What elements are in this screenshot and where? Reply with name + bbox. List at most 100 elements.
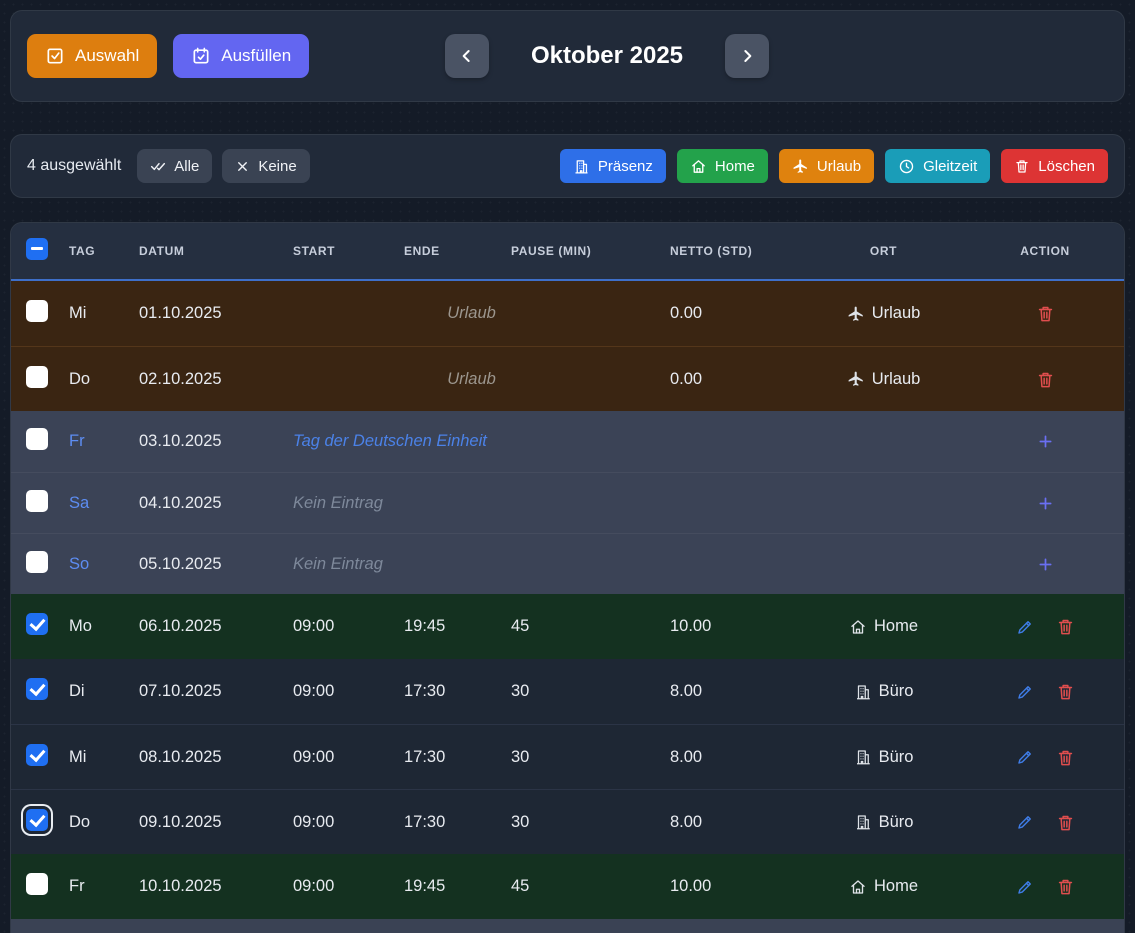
date-label: 10.10.2025	[129, 877, 283, 896]
urlaub-button[interactable]: Urlaub	[779, 149, 874, 183]
x-icon	[235, 159, 250, 174]
day-label: Mi	[59, 304, 129, 323]
double-check-icon	[150, 158, 166, 174]
date-label: 01.10.2025	[129, 304, 283, 323]
pause-value: 30	[501, 682, 660, 701]
table-row: Fr 03.10.2025 Tag der Deutschen Einheit	[11, 411, 1124, 472]
entry-label: Urlaub	[283, 370, 660, 389]
row-checkbox[interactable]	[26, 428, 48, 450]
ort-label: Büro	[879, 748, 914, 767]
auswahl-label: Auswahl	[75, 46, 139, 66]
pause-value: 30	[501, 748, 660, 767]
table-row: Sa 04.10.2025 Kein Eintrag	[11, 472, 1124, 533]
add-entry-button[interactable]	[1034, 492, 1057, 515]
day-label: So	[59, 555, 129, 574]
row-checkbox[interactable]	[26, 744, 48, 766]
table-row: Do 02.10.2025 Urlaub 0.00 Urlaub	[11, 346, 1124, 411]
table-row: Di 07.10.2025 09:00 17:30 30 8.00 Büro	[11, 659, 1124, 724]
delete-row-button[interactable]	[1054, 615, 1077, 638]
column-header-pause: PAUSE (MIN)	[501, 244, 660, 258]
netto-value: 10.00	[660, 617, 801, 636]
date-label: 07.10.2025	[129, 682, 283, 701]
home-button[interactable]: Home	[677, 149, 768, 183]
delete-row-button[interactable]	[1054, 680, 1077, 703]
delete-row-button[interactable]	[1034, 302, 1057, 325]
end-value: 19:45	[394, 617, 501, 636]
add-entry-button[interactable]	[1034, 553, 1057, 576]
plane-icon	[847, 305, 865, 323]
date-label: 08.10.2025	[129, 748, 283, 767]
table-row: Do 09.10.2025 09:00 17:30 30 8.00 Büro	[11, 789, 1124, 854]
row-checkbox[interactable]	[26, 366, 48, 388]
table-header-row: TAG DATUM START ENDE PAUSE (MIN) NETTO (…	[11, 223, 1124, 281]
end-value: 17:30	[394, 748, 501, 767]
day-label: Do	[59, 370, 129, 389]
row-checkbox[interactable]	[26, 873, 48, 895]
loeschen-button[interactable]: Löschen	[1001, 149, 1108, 183]
previous-month-button[interactable]	[445, 34, 489, 78]
edit-row-button[interactable]	[1014, 746, 1036, 768]
day-label: Do	[59, 813, 129, 832]
home-icon	[690, 158, 707, 175]
row-checkbox[interactable]	[26, 300, 48, 322]
edit-row-button[interactable]	[1014, 876, 1036, 898]
page-title: Oktober 2025	[531, 42, 683, 70]
entry-label: Tag der Deutschen Einheit	[283, 432, 801, 451]
ort-label: Home	[874, 617, 918, 636]
select-all-checkbox[interactable]	[26, 238, 48, 260]
selection-toolbar: 4 ausgewählt Alle Keine Präsenz Home	[10, 134, 1125, 198]
building-icon	[854, 683, 872, 701]
gleitzeit-button[interactable]: Gleitzeit	[885, 149, 990, 183]
ort-label: Urlaub	[872, 370, 921, 389]
timesheet-table: TAG DATUM START ENDE PAUSE (MIN) NETTO (…	[10, 222, 1125, 933]
select-none-button[interactable]: Keine	[222, 149, 309, 183]
delete-row-button[interactable]	[1054, 811, 1077, 834]
day-label: Fr	[59, 432, 129, 451]
start-value: 09:00	[283, 877, 394, 896]
pause-value: 45	[501, 877, 660, 896]
delete-row-button[interactable]	[1034, 368, 1057, 391]
edit-row-button[interactable]	[1014, 681, 1036, 703]
date-label: 06.10.2025	[129, 617, 283, 636]
home-label: Home	[715, 158, 755, 175]
row-checkbox[interactable]	[26, 490, 48, 512]
day-label: Fr	[59, 877, 129, 896]
next-month-button[interactable]	[725, 34, 769, 78]
day-label: Mo	[59, 617, 129, 636]
ort-label: Büro	[879, 682, 914, 701]
ort-cell: Home	[801, 877, 966, 896]
table-row: Mi 01.10.2025 Urlaub 0.00 Urlaub	[11, 281, 1124, 346]
select-none-label: Keine	[258, 158, 296, 175]
bulk-actions: Präsenz Home Urlaub Gleitzeit Löschen	[560, 149, 1108, 183]
table-row: Mo 06.10.2025 09:00 19:45 45 10.00 Home	[11, 594, 1124, 659]
row-checkbox[interactable]	[26, 613, 48, 635]
ort-cell: Büro	[801, 813, 966, 832]
add-entry-button[interactable]	[1034, 430, 1057, 453]
select-all-button[interactable]: Alle	[137, 149, 212, 183]
building-icon	[854, 748, 872, 766]
row-checkbox[interactable]	[26, 551, 48, 573]
ort-label: Urlaub	[872, 304, 921, 323]
column-header-ende: ENDE	[394, 244, 501, 258]
day-label: Mi	[59, 748, 129, 767]
auswahl-button[interactable]: Auswahl	[27, 34, 157, 78]
ort-cell: Urlaub	[801, 304, 966, 323]
table-row: Fr 10.10.2025 09:00 19:45 45 10.00 Home	[11, 854, 1124, 919]
row-checkbox[interactable]	[26, 678, 48, 700]
table-row-partial	[11, 919, 1124, 933]
ort-label: Büro	[879, 813, 914, 832]
netto-value: 8.00	[660, 813, 801, 832]
ausfuellen-button[interactable]: Ausfüllen	[173, 34, 309, 78]
praesenz-button[interactable]: Präsenz	[560, 149, 666, 183]
column-header-tag: TAG	[59, 244, 129, 258]
delete-row-button[interactable]	[1054, 875, 1077, 898]
trash-icon	[1014, 158, 1030, 174]
edit-row-button[interactable]	[1014, 616, 1036, 638]
delete-row-button[interactable]	[1054, 746, 1077, 769]
urlaub-label: Urlaub	[817, 158, 861, 175]
edit-row-button[interactable]	[1014, 811, 1036, 833]
row-checkbox[interactable]	[26, 809, 48, 831]
table-row: Mi 08.10.2025 09:00 17:30 30 8.00 Büro	[11, 724, 1124, 789]
column-header-action: ACTION	[966, 244, 1124, 258]
praesenz-label: Präsenz	[598, 158, 653, 175]
